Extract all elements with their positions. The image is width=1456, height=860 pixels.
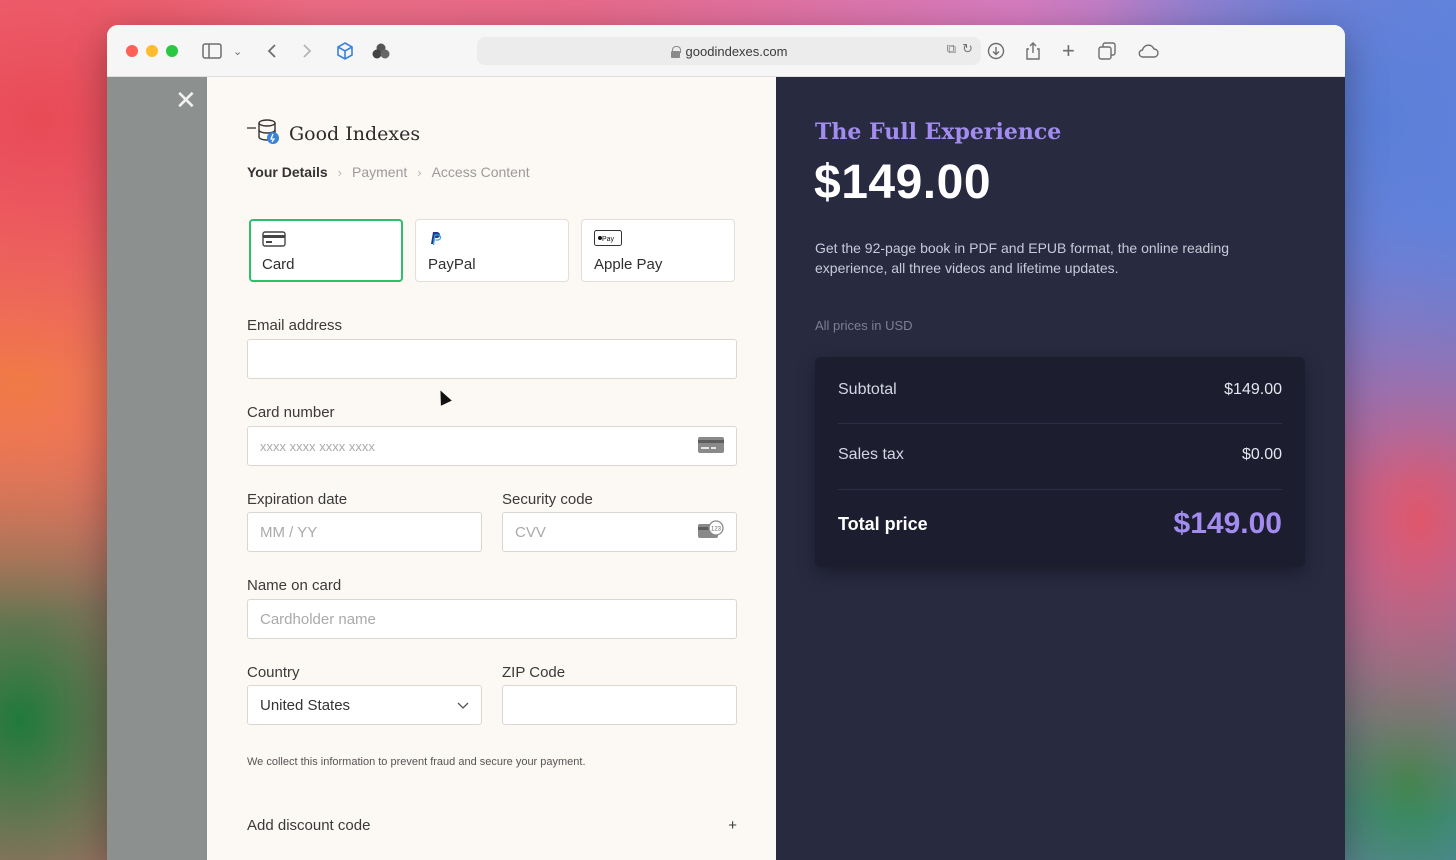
expiration-input[interactable]: MM / YY [247,512,482,552]
security-code-input[interactable]: CVV 123 [502,512,737,552]
reload-icon[interactable]: ↻ [962,41,973,57]
close-window-button[interactable] [126,45,138,57]
price-summary-card: Subtotal $149.00 Sales tax $0.00 Total p… [815,357,1305,567]
card-number-input[interactable]: xxxx xxxx xxxx xxxx [247,426,737,466]
payment-method-card[interactable]: Card [249,219,403,282]
product-price: $149.00 [814,156,992,209]
sales-tax-label: Sales tax [838,446,904,463]
cloud-icon[interactable] [1137,39,1159,63]
new-tab-icon[interactable]: + [1062,38,1075,63]
apple-pay-icon: Pay [594,230,622,250]
discount-label: Add discount code [247,817,371,834]
breadcrumb-step-access[interactable]: Access Content [432,164,530,180]
payment-method-apple-pay[interactable]: Pay Apple Pay [581,219,735,282]
breadcrumb: Your Details › Payment › Access Content [247,164,530,180]
card-number-placeholder: xxxx xxxx xxxx xxxx [260,438,375,454]
forward-icon[interactable] [302,39,312,63]
zoom-window-button[interactable] [166,45,178,57]
back-icon[interactable] [267,39,277,63]
email-field[interactable] [247,339,737,379]
subtotal-row: Subtotal $149.00 [838,381,1282,399]
plus-icon: + [728,817,737,834]
country-label: Country [247,664,300,681]
currency-note: All prices in USD [815,318,913,333]
breadcrumb-step-details[interactable]: Your Details [247,164,328,180]
brand-name: Good Indexes [289,122,421,145]
payment-method-label: Card [262,256,295,273]
payment-method-paypal[interactable]: PayPal [415,219,569,282]
divider [838,423,1282,424]
modal-backdrop: ✕ [107,77,207,860]
sidebar-toggle-icon[interactable] [202,39,222,63]
translate-icon[interactable]: ⧉ [947,41,956,57]
chevron-down-icon [457,697,469,714]
order-summary-panel: The Full Experience $149.00 Get the 92-p… [776,77,1345,860]
browser-toolbar: ⌄ goodindexes.com ⧉ ↻ + [107,25,1345,77]
payment-method-selector: Card PayPal Pay Apple Pay [249,219,735,282]
browser-window: ⌄ goodindexes.com ⧉ ↻ + ✕ Good Indexes Y… [107,25,1345,860]
total-price-label: Total price [838,513,928,534]
downloads-icon[interactable] [987,39,1005,63]
payment-method-label: PayPal [428,256,476,273]
card-cvc-icon: 123 [698,520,724,544]
svg-text:123: 123 [711,527,722,533]
subtotal-label: Subtotal [838,381,897,398]
country-selected-value: United States [260,696,351,714]
checkout-form-panel: Good Indexes Your Details › Payment › Ac… [207,77,776,860]
credit-card-icon [698,436,724,457]
paypal-icon [428,232,442,250]
subtotal-value: $149.00 [1224,381,1282,398]
total-price-value: $149.00 [1173,507,1282,540]
fraud-notice: We collect this information to prevent f… [247,756,586,768]
security-code-label: Security code [502,491,593,508]
email-label: Email address [247,317,343,334]
cardholder-name-input[interactable]: Cardholder name [247,599,737,639]
chevron-right-icon: › [417,164,422,180]
brand-logo: Good Indexes [247,117,420,150]
total-price-row: Total price $149.00 [838,507,1282,541]
extension-cube-icon[interactable] [335,39,355,63]
sales-tax-value: $0.00 [1241,446,1282,463]
divider [838,489,1282,490]
product-description: Get the 92-page book in PDF and EPUB for… [815,240,1230,276]
lock-icon [670,45,681,58]
name-on-card-label: Name on card [247,577,342,594]
cvv-placeholder: CVV [515,523,546,541]
zip-code-label: ZIP Code [502,664,566,681]
address-bar-url: goodindexes.com [685,43,788,59]
chevron-right-icon: › [337,164,342,180]
product-title: The Full Experience [815,119,1062,145]
payment-method-label: Apple Pay [594,256,663,273]
share-icon[interactable] [1025,39,1041,63]
zip-code-input[interactable] [502,685,737,725]
svg-text:Pay: Pay [602,236,615,243]
database-icon [247,117,281,150]
close-icon[interactable]: ✕ [175,87,197,113]
tab-overview-icon[interactable] [1098,39,1116,63]
extension-circles-icon[interactable] [371,39,391,63]
sales-tax-row: Sales tax $0.00 [838,446,1282,464]
card-number-label: Card number [247,404,335,421]
chevron-down-icon[interactable]: ⌄ [233,39,242,63]
country-select[interactable]: United States [247,685,482,725]
credit-card-icon [262,231,286,252]
expiration-label: Expiration date [247,491,348,508]
minimize-window-button[interactable] [146,45,158,57]
address-bar[interactable]: goodindexes.com ⧉ ↻ [477,37,981,65]
breadcrumb-step-payment[interactable]: Payment [352,164,407,180]
add-discount-code-button[interactable]: Add discount code + [247,817,737,834]
page-content: ✕ Good Indexes Your Details › Payment › … [107,77,1345,860]
